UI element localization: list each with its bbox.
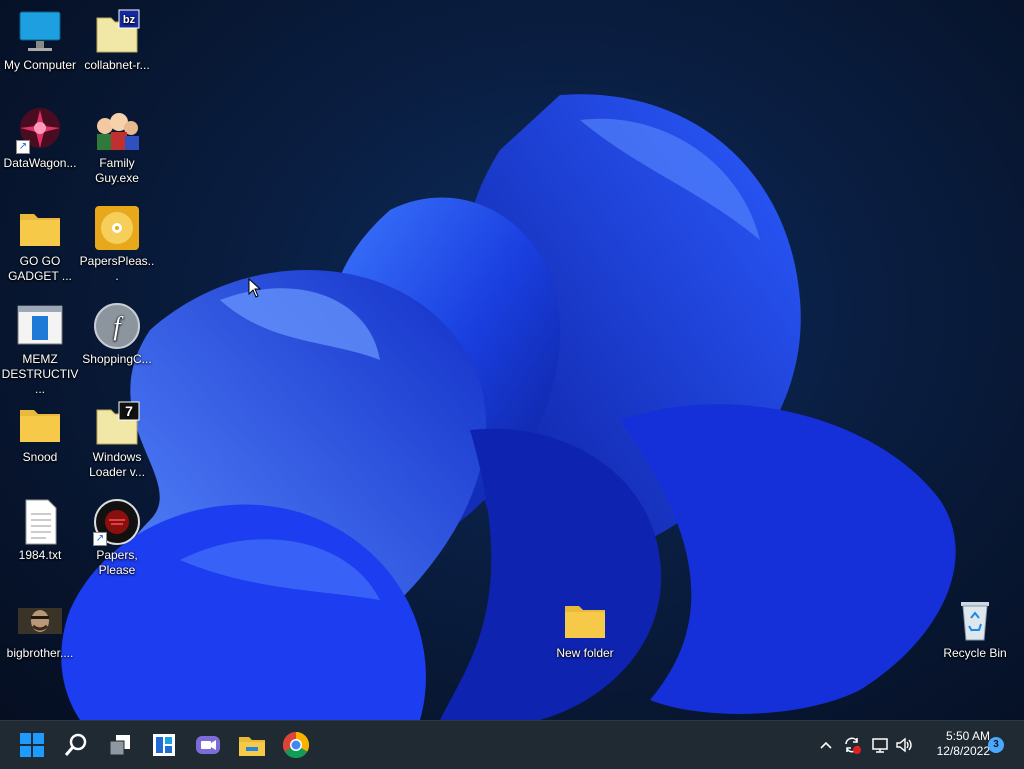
shortcut-arrow-icon: ↗ xyxy=(16,140,30,154)
chat-button[interactable] xyxy=(192,729,224,761)
disc-image-icon xyxy=(93,204,141,252)
sync-alert-icon[interactable] xyxy=(842,735,862,755)
desktop-icon-label: MEMZ DESTRUCTIV... xyxy=(1,352,79,396)
desktop-icon-label: Papers, Please xyxy=(96,548,138,577)
task-view-icon xyxy=(109,735,130,756)
clock-time: 5:50 AM xyxy=(945,729,990,743)
desktop-icon-label: PapersPleas... xyxy=(79,254,155,283)
recycle-bin-icon xyxy=(951,596,999,644)
papers-please-icon: ↗ xyxy=(93,498,141,546)
windows-start-icon xyxy=(20,733,44,757)
system-tray: 5:50 AM 12/8/2022 3 xyxy=(812,721,1024,769)
folder-icon xyxy=(561,596,609,644)
desktop-icon-papersplease-iso[interactable]: PapersPleas... xyxy=(77,204,157,284)
desktop-icon-label: Recycle Bin xyxy=(943,646,1007,660)
chat-icon xyxy=(196,736,220,754)
search-icon xyxy=(64,733,87,756)
desktop-icon-new-folder[interactable]: New folder xyxy=(545,596,625,661)
desktop-icon-collabnet[interactable]: bz collabnet-r... xyxy=(77,8,157,73)
desktop-icon-label: ShoppingC... xyxy=(82,352,152,366)
desktop-icon-label: DataWagon... xyxy=(3,156,77,170)
desktop-icon-label: collabnet-r... xyxy=(84,58,150,72)
desktop-icon-shopping[interactable]: f ShoppingC... xyxy=(77,302,157,367)
desktop-icon-bigbrother[interactable]: bigbrother.... xyxy=(0,596,80,661)
folder-icon xyxy=(16,204,64,252)
network-icon[interactable] xyxy=(870,735,890,755)
desktop-icon-label: Family Guy.exe xyxy=(95,156,139,185)
clock[interactable]: 5:50 AM 12/8/2022 xyxy=(918,729,990,759)
desktop-icon-label: GO GO GADGET ... xyxy=(8,254,72,283)
desktop-icon-label: New folder xyxy=(556,646,614,660)
desktop-icon-label: Windows Loader v... xyxy=(89,450,145,479)
task-view-button[interactable] xyxy=(104,729,136,761)
chrome-button[interactable] xyxy=(280,729,312,761)
desktop-icon-label: 1984.txt xyxy=(18,548,62,562)
desktop-icon-my-computer[interactable]: My Computer xyxy=(0,8,80,73)
file-explorer-icon xyxy=(239,737,265,756)
desktop-icon-label: bigbrother.... xyxy=(6,646,74,660)
widgets-button[interactable] xyxy=(148,729,180,761)
folder-icon xyxy=(16,400,64,448)
desktop-icon-label: My Computer xyxy=(3,58,77,72)
chevron-up-icon[interactable] xyxy=(818,737,834,753)
shortcut-arrow-icon: ↗ xyxy=(93,532,107,546)
chrome-icon xyxy=(282,731,310,759)
family-guy-icon xyxy=(93,106,141,154)
search-button[interactable] xyxy=(60,729,92,761)
desktop-icon-papers-please[interactable]: ↗ Papers, Please xyxy=(77,498,157,578)
clock-date: 12/8/2022 xyxy=(936,744,990,758)
desktop-icon-memz[interactable]: MEMZ DESTRUCTIV... xyxy=(0,302,80,397)
volume-icon[interactable] xyxy=(894,735,914,755)
file-explorer-button[interactable] xyxy=(236,729,268,761)
svg-text:bz: bz xyxy=(123,14,136,26)
svg-text:7: 7 xyxy=(125,403,133,419)
desktop-icon-windows-loader[interactable]: 7 Windows Loader v... xyxy=(77,400,157,480)
bz-file-icon: bz xyxy=(93,8,141,56)
notification-count: 3 xyxy=(993,739,999,750)
desktop-icon-recycle-bin[interactable]: Recycle Bin xyxy=(935,596,1015,661)
widgets-icon xyxy=(153,734,175,756)
notification-badge[interactable]: 3 xyxy=(988,737,1004,753)
flash-icon: f xyxy=(93,302,141,350)
taskbar: 5:50 AM 12/8/2022 3 xyxy=(0,720,1024,769)
desktop-icon-snood[interactable]: Snood xyxy=(0,400,80,465)
start-button[interactable] xyxy=(16,729,48,761)
mouse-cursor-icon xyxy=(248,278,262,298)
desktop-icon-go-go-gadget[interactable]: GO GO GADGET ... xyxy=(0,204,80,284)
desktop-icon-datawagon[interactable]: ↗ DataWagon... xyxy=(0,106,80,171)
memz-window-icon xyxy=(16,302,64,350)
datawagon-icon: ↗ xyxy=(16,106,64,154)
desktop-icon-label: Snood xyxy=(22,450,58,464)
desktop-icon-1984-txt[interactable]: 1984.txt xyxy=(0,498,80,563)
seven-zip-file-icon: 7 xyxy=(93,400,141,448)
desktop-icon-family-guy[interactable]: Family Guy.exe xyxy=(77,106,157,186)
text-file-icon xyxy=(16,498,64,546)
computer-icon xyxy=(16,8,64,56)
image-file-icon xyxy=(16,596,64,644)
